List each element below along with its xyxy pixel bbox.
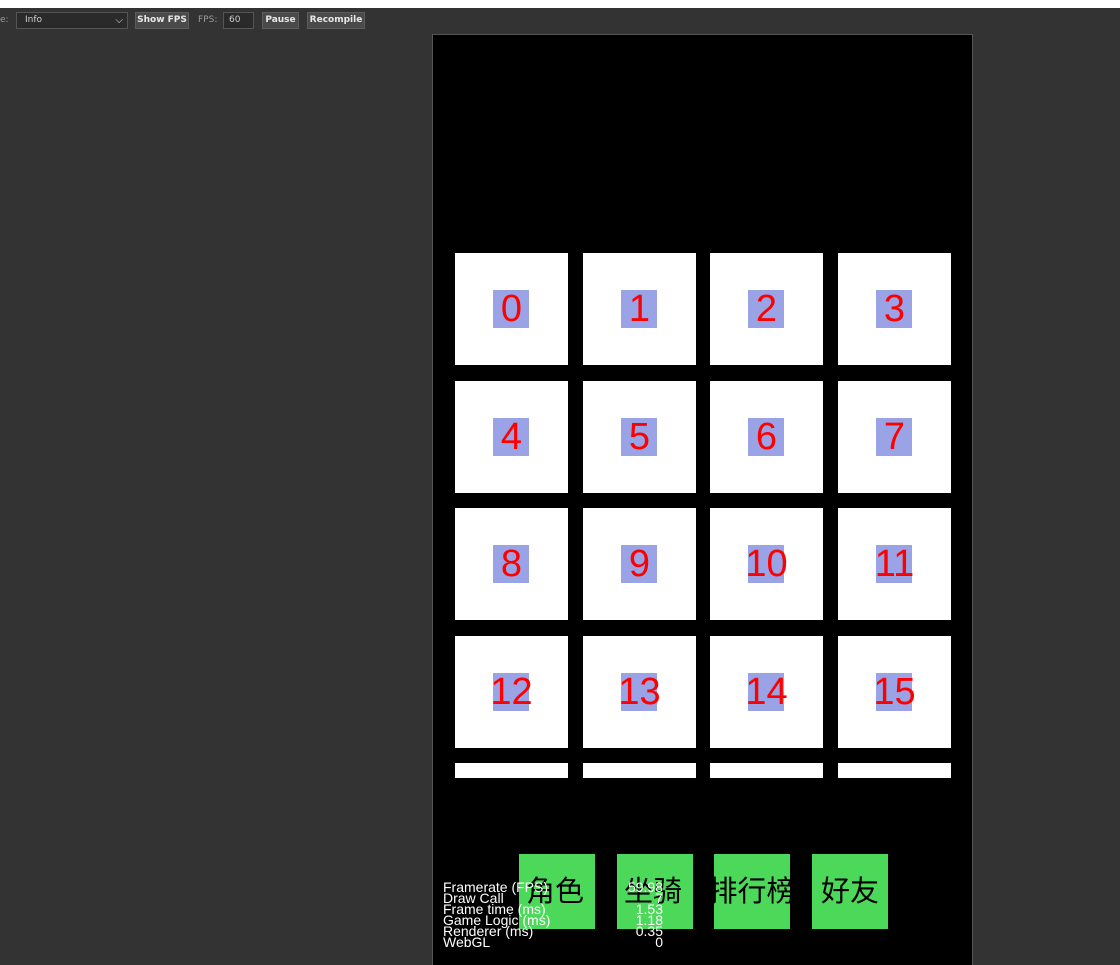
mode-label: e: bbox=[0, 15, 9, 25]
grid-cell[interactable]: 12 bbox=[455, 636, 568, 748]
show-fps-button[interactable]: Show FPS bbox=[135, 12, 189, 29]
cell-number: 2 bbox=[755, 288, 778, 330]
grid-row-partial[interactable] bbox=[838, 763, 951, 778]
grid-cell[interactable]: 3 bbox=[838, 253, 951, 365]
nav-button-leaderboard[interactable]: 排行榜 bbox=[708, 854, 796, 929]
pause-button[interactable]: Pause bbox=[262, 12, 299, 29]
grid-cell[interactable]: 14 bbox=[710, 636, 823, 748]
grid-cell[interactable]: 9 bbox=[583, 508, 696, 620]
grid-cell[interactable]: 11 bbox=[838, 508, 951, 620]
grid-cell[interactable]: 15 bbox=[838, 636, 951, 748]
grid-cell[interactable]: 5 bbox=[583, 381, 696, 493]
grid-row-partial[interactable] bbox=[710, 763, 823, 778]
cell-number: 7 bbox=[883, 416, 906, 458]
grid-cell[interactable]: 6 bbox=[710, 381, 823, 493]
fps-label: FPS: bbox=[198, 15, 218, 25]
grid-cell[interactable]: 0 bbox=[455, 253, 568, 365]
cell-number: 1 bbox=[628, 288, 651, 330]
cell-number: 9 bbox=[628, 543, 651, 585]
cell-number: 5 bbox=[628, 416, 651, 458]
grid-cell[interactable]: 4 bbox=[455, 381, 568, 493]
cell-number: 8 bbox=[500, 543, 523, 585]
game-canvas[interactable]: 0 1 2 3 4 5 6 7 8 9 10 11 12 13 14 15 角色 坐骑 排行榜 好友 Fram… bbox=[432, 34, 973, 965]
cell-number: 11 bbox=[874, 543, 915, 585]
grid-cell[interactable]: 2 bbox=[710, 253, 823, 365]
recompile-button[interactable]: Recompile bbox=[307, 12, 365, 29]
cell-number: 10 bbox=[745, 543, 788, 585]
fps-input[interactable]: 60 bbox=[223, 12, 254, 29]
top-strip bbox=[0, 0, 1120, 8]
preview-toolbar: e: Info ⌵ Show FPS FPS: 60 Pause Recompi… bbox=[0, 8, 1120, 34]
grid-cell[interactable]: 1 bbox=[583, 253, 696, 365]
grid-row-partial[interactable] bbox=[583, 763, 696, 778]
cell-number: 14 bbox=[745, 671, 788, 713]
stats-label: WebGL bbox=[443, 934, 491, 950]
cell-number: 6 bbox=[755, 416, 778, 458]
grid-cell[interactable]: 7 bbox=[838, 381, 951, 493]
nav-button-friends[interactable]: 好友 bbox=[812, 854, 888, 929]
cell-number: 0 bbox=[500, 288, 523, 330]
chevron-down-icon: ⌵ bbox=[115, 15, 123, 26]
cell-number: 13 bbox=[618, 671, 661, 713]
nav-button-label: 排行榜 bbox=[708, 874, 796, 908]
mode-select[interactable]: Info ⌵ bbox=[16, 12, 128, 29]
mode-select-value: Info bbox=[25, 15, 43, 25]
grid-cell[interactable]: 13 bbox=[583, 636, 696, 748]
stats-row: WebGL 0 bbox=[443, 934, 663, 950]
grid-row-partial[interactable] bbox=[455, 763, 568, 778]
grid-cell[interactable]: 10 bbox=[710, 508, 823, 620]
nav-button-label: 好友 bbox=[820, 874, 879, 908]
cell-number: 4 bbox=[500, 416, 523, 458]
cell-number: 15 bbox=[873, 671, 916, 713]
fps-stats-overlay: Framerate (FPS) 59.98 Draw Call 7 Frame time… bbox=[443, 880, 663, 950]
grid-cell[interactable]: 8 bbox=[455, 508, 568, 620]
cell-number: 12 bbox=[490, 671, 533, 713]
stats-value: 0 bbox=[655, 934, 663, 950]
cell-number: 3 bbox=[883, 288, 906, 330]
